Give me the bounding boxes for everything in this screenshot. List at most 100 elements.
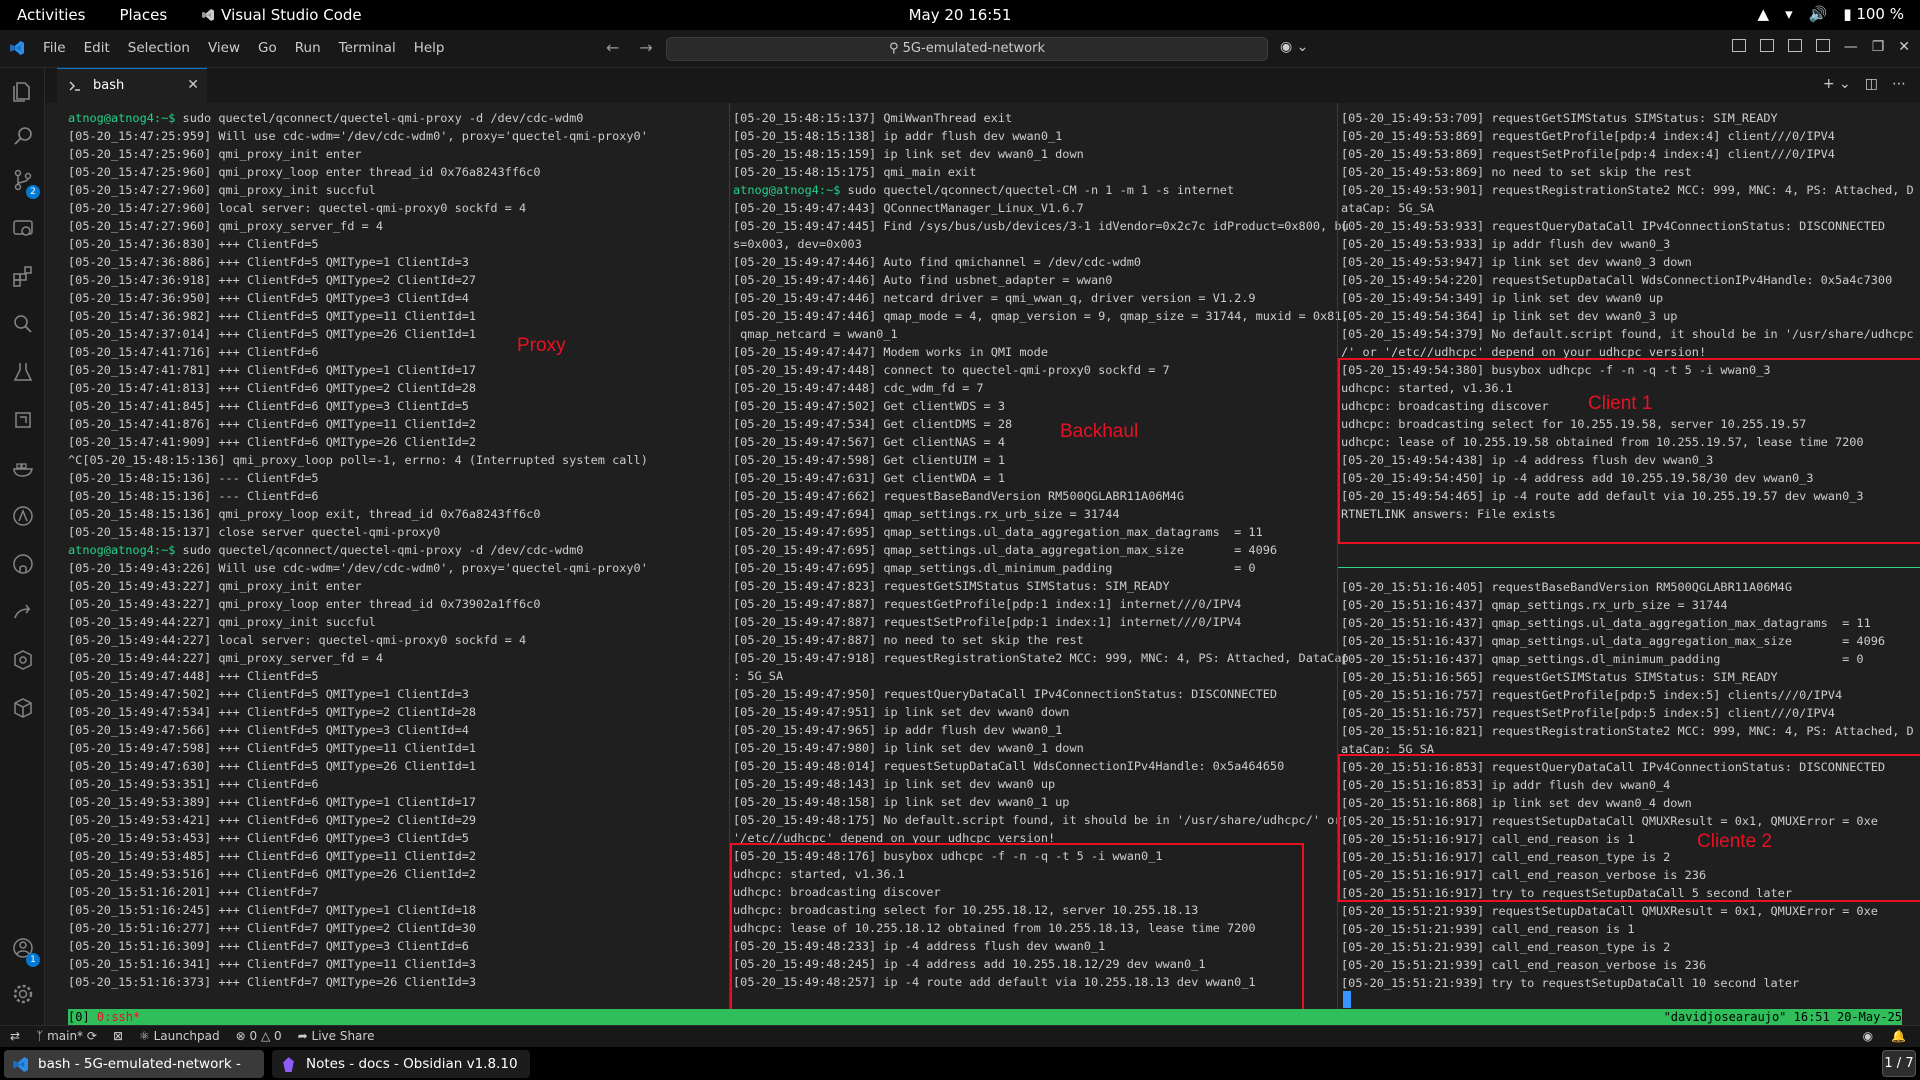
terminal-line: [05-20_15:47:36:982] +++ ClientFd=5 QMIT… (68, 309, 477, 323)
run-debug-icon[interactable] (11, 216, 35, 240)
forward-arrow-icon[interactable]: → (639, 38, 652, 57)
pane-divider[interactable] (1337, 103, 1338, 1009)
terminal-pane-proxy[interactable]: atnog@atnog4:~$ sudo quectel/qconnect/qu… (68, 109, 728, 1019)
menu-edit[interactable]: Edit (75, 40, 119, 56)
explorer-icon[interactable] (11, 80, 35, 104)
branch-name: main* (47, 1029, 84, 1043)
extensions-icon[interactable] (11, 264, 35, 288)
menu-view[interactable]: View (199, 40, 249, 56)
docker-icon[interactable] (11, 456, 35, 480)
terminal-pane-backhaul[interactable]: [05-20_15:48:15:137] QmiWwanThread exit [… (733, 109, 1381, 1019)
toggle-secondary-sidebar-icon[interactable] (1815, 39, 1830, 52)
branch-indicator[interactable]: ᛉ main* ⟳ (36, 1029, 97, 1043)
menu-run[interactable]: Run (286, 40, 330, 56)
menu-selection[interactable]: Selection (119, 40, 199, 56)
tab-bash[interactable]: bash ✕ (57, 68, 207, 103)
workspace-pager[interactable]: 1 / 7 (1882, 1050, 1916, 1077)
toggle-panel-icon[interactable] (1787, 39, 1802, 52)
split-editor-icon[interactable]: ◫ (1865, 76, 1878, 92)
terminal-line: [05-20_15:49:48:233] ip -4 address flush… (733, 939, 1106, 953)
menu-help[interactable]: Help (405, 40, 454, 56)
shell-prompt: atnog@atnog4:~$ (733, 183, 841, 197)
kubernetes-icon[interactable] (11, 648, 35, 672)
more-actions-icon[interactable]: ⋯ (1892, 76, 1906, 92)
gnome-top-bar: Activities Places Visual Studio Code May… (0, 0, 1920, 30)
back-arrow-icon[interactable]: ← (606, 38, 619, 57)
terminal-line: [05-20_15:51:16:917] call_end_reason_typ… (1341, 850, 1671, 864)
update-icon[interactable]: ▲ (1758, 5, 1770, 23)
volume-icon[interactable]: 🔊 (1809, 5, 1828, 23)
ports-icon[interactable]: ⊠ (113, 1029, 123, 1043)
python-icon[interactable] (11, 408, 35, 432)
containers-icon[interactable] (11, 696, 35, 720)
close-tab-icon[interactable]: ✕ (187, 77, 199, 93)
terminal-line: [05-20_15:49:47:502] Get clientWDS = 3 (733, 399, 1006, 413)
terminal-line: [05-20_15:49:47:446] qmap_mode = 4, qmap… (733, 309, 1349, 323)
app-menu[interactable]: Visual Studio Code (201, 6, 362, 24)
terminal-line: [05-20_15:49:53:933] requestQueryDataCal… (1341, 219, 1886, 233)
live-share-icon[interactable] (11, 600, 35, 624)
terminal-line: [05-20_15:49:47:695] qmap_settings.ul_da… (733, 543, 1278, 557)
copilot-icon[interactable]: ◉ ⌄ (1280, 39, 1308, 55)
menu-go[interactable]: Go (249, 40, 286, 56)
menu-terminal[interactable]: Terminal (330, 40, 405, 56)
alpha-icon[interactable] (11, 504, 35, 528)
search-icon[interactable] (11, 124, 35, 148)
battery-indicator[interactable]: ▮ 100 % (1843, 5, 1904, 23)
launchpad-button[interactable]: ⚛ Launchpad (139, 1029, 220, 1043)
terminal-line: [05-20_15:47:27:960] qmi_proxy_init succ… (68, 183, 376, 197)
terminal-line: RTNETLINK answers: File exists (1341, 507, 1556, 519)
annotation-backhaul: Backhaul (1060, 421, 1139, 442)
tmux-status-right: "davidjosearaujo" 16:51 20-May-25 (1663, 1010, 1902, 1024)
source-control-badge: 2 (26, 185, 40, 199)
command-center-search[interactable]: ⚲ 5G-emulated-network (666, 37, 1268, 61)
task-vscode[interactable]: bash - 5G-emulated-network - Vis... (4, 1050, 264, 1078)
minimize-icon[interactable]: — (1844, 39, 1858, 55)
terminal-line: [05-20_15:47:25:960] qmi_proxy_loop ente… (68, 165, 541, 179)
notifications-bell-icon[interactable]: 🔔 (1891, 1029, 1906, 1043)
terminal-line: [05-20_15:49:47:887] requestGetProfile[p… (733, 597, 1242, 611)
terminal-line: [05-20_15:51:16:917] try to requestSetup… (1341, 886, 1793, 900)
terminal-line: [05-20_15:49:47:447] Modem works in QMI … (733, 345, 1048, 359)
places-menu[interactable]: Places (119, 6, 167, 24)
terminal-line: [05-20_15:49:53:947] ip link set dev wwa… (1341, 255, 1692, 269)
terminal-line: [05-20_15:49:54:380] busybox udhcpc -f -… (1341, 363, 1771, 377)
close-window-icon[interactable]: ✕ (1898, 39, 1910, 55)
problems-indicator[interactable]: ⊗ 0 △ 0 (236, 1029, 282, 1043)
menu-file[interactable]: File (34, 40, 75, 56)
terminal-line: [05-20_15:49:48:257] ip -4 route add def… (733, 975, 1256, 989)
terminal-line: [05-20_15:47:36:830] +++ ClientFd=5 (68, 237, 319, 251)
terminal-line: atnog@atnog4:~$ sudo quectel/qconnect/qu… (733, 183, 1235, 197)
terminal-line: [05-20_15:51:16:917] call_end_reason is … (1341, 832, 1635, 846)
toggle-primary-sidebar-icon[interactable] (1759, 39, 1774, 52)
settings-gear-icon[interactable] (11, 982, 35, 1006)
terminal-line: [05-20_15:49:48:143] ip link set dev wwa… (733, 777, 1056, 791)
new-terminal-icon[interactable]: + ⌄ (1823, 76, 1851, 92)
terminal-pane-client2[interactable]: [05-20_15:51:16:405] requestBaseBandVers… (1341, 578, 1920, 998)
pane-divider-active[interactable] (1338, 567, 1920, 568)
clock[interactable]: May 20 16:51 (909, 6, 1012, 24)
tmux-session: [0] (68, 1010, 97, 1024)
copilot-status-icon[interactable]: ◉ (1863, 1029, 1873, 1043)
terminal-line: [05-20_15:48:15:137] close server quecte… (68, 525, 441, 539)
terminal-line: [05-20_15:47:27:960] local server: quect… (68, 201, 527, 215)
remote-explorer-icon[interactable] (11, 312, 35, 336)
terminal-body[interactable]: atnog@atnog4:~$ sudo quectel/qconnect/qu… (45, 103, 1920, 1080)
terminal-line: [05-20_15:49:47:448] connect to quectel-… (733, 363, 1170, 377)
live-share-button[interactable]: ➦ Live Share (298, 1029, 375, 1043)
customize-layout-icon[interactable] (1731, 39, 1746, 52)
terminal-line: ataCap: 5G_SA (1341, 201, 1435, 215)
task-obsidian[interactable]: Notes - docs - Obsidian v1.8.10 (272, 1050, 530, 1078)
wifi-icon[interactable]: ▾ (1785, 5, 1793, 23)
pane-divider[interactable] (729, 103, 730, 1009)
activities-button[interactable]: Activities (17, 6, 85, 24)
testing-icon[interactable] (11, 360, 35, 384)
github-icon[interactable] (11, 552, 35, 576)
terminal-pane-client1[interactable]: [05-20_15:49:53:709] requestGetSIMStatus… (1341, 109, 1920, 519)
tmux-window[interactable]: 0:ssh* (97, 1010, 140, 1024)
vscode-icon (13, 1057, 28, 1072)
remote-icon[interactable]: ⇄ (10, 1029, 20, 1043)
terminal-line: [05-20_15:49:47:694] qmap_settings.rx_ur… (733, 507, 1120, 521)
terminal-line: ataCap: 5G_SA (1341, 742, 1435, 756)
restore-icon[interactable]: ❐ (1872, 39, 1885, 55)
